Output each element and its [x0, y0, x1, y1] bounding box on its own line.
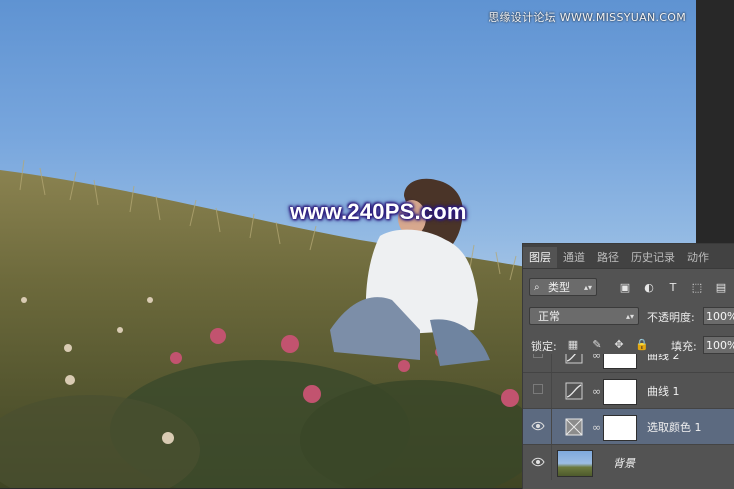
panel-tabs: 图层 通道 路径 历史记录 动作	[523, 244, 734, 269]
opacity-label: 不透明度:	[647, 311, 695, 324]
layer-filter-label: 类型	[548, 281, 570, 294]
tab-layers[interactable]: 图层	[523, 247, 557, 268]
eye-icon[interactable]	[531, 457, 545, 467]
lock-position-icon[interactable]: ✥	[613, 339, 625, 351]
fill-label: 填充:	[671, 340, 697, 353]
layer-divider	[551, 409, 552, 444]
layer-name[interactable]: 背景	[613, 455, 635, 471]
type-filter-icon[interactable]: T	[667, 282, 679, 294]
image-filter-icon[interactable]: ▣	[619, 282, 631, 294]
updown-arrow-icon: ▴▾	[583, 283, 592, 292]
tab-history[interactable]: 历史记录	[625, 247, 681, 268]
link-icon[interactable]: ∞	[592, 385, 601, 398]
visibility-toggle[interactable]	[533, 354, 543, 358]
fill-input[interactable]: 100%	[703, 336, 734, 354]
layer-divider	[551, 445, 552, 480]
curves-adjustment-icon	[565, 382, 583, 400]
layer-row[interactable]: 背景	[523, 444, 734, 480]
layer-mask-thumbnail[interactable]	[603, 354, 637, 369]
layers-panel: 图层 通道 路径 历史记录 动作 ⌕ 类型 ▴▾ ▣ ◐ T ⬚ ▤ 正常 ▴▾…	[522, 243, 734, 489]
selective-color-icon	[565, 418, 583, 436]
tab-paths[interactable]: 路径	[591, 247, 625, 268]
layer-divider	[551, 373, 552, 408]
layer-image-thumbnail[interactable]	[557, 450, 593, 477]
smartobject-filter-icon[interactable]: ▤	[715, 282, 727, 294]
layer-name[interactable]: 选取颜色 1	[647, 419, 702, 435]
lock-transparent-icon[interactable]: ▦	[567, 339, 579, 351]
opacity-input[interactable]: 100%	[703, 307, 734, 325]
layer-name[interactable]: 曲线 2	[647, 354, 680, 363]
layer-name[interactable]: 曲线 1	[647, 383, 680, 399]
layers-list: ∞ 曲线 2 ∞ 曲线 1 ∞ 选取颜色 1 背景	[523, 354, 734, 489]
layer-mask-thumbnail[interactable]	[603, 415, 637, 441]
lock-all-icon[interactable]: 🔒	[635, 339, 649, 351]
visibility-toggle[interactable]	[533, 384, 543, 394]
watermark-center: www.240PS.com	[290, 199, 467, 224]
link-icon[interactable]: ∞	[592, 354, 601, 362]
layer-mask-thumbnail[interactable]	[603, 379, 637, 405]
blend-mode-dropdown[interactable]: 正常 ▴▾	[529, 307, 639, 325]
layer-row[interactable]: ∞ 曲线 2	[523, 354, 734, 372]
layer-divider	[551, 354, 552, 372]
shape-filter-icon[interactable]: ⬚	[691, 282, 703, 294]
adjustment-filter-icon[interactable]: ◐	[643, 282, 655, 294]
link-icon[interactable]: ∞	[592, 421, 601, 434]
updown-arrow-icon: ▴▾	[625, 312, 634, 321]
eye-icon[interactable]	[531, 421, 545, 431]
watermark-top-right: 思缘设计论坛 WWW.MISSYUAN.COM	[488, 11, 686, 24]
layer-filter-dropdown[interactable]: ⌕ 类型 ▴▾	[529, 278, 597, 296]
layer-row[interactable]: ∞ 曲线 1	[523, 372, 734, 408]
tab-actions[interactable]: 动作	[681, 247, 715, 268]
blend-mode-value: 正常	[538, 310, 560, 323]
layer-row-selected[interactable]: ∞ 选取颜色 1	[523, 408, 734, 444]
lock-label: 锁定:	[531, 340, 557, 353]
curves-adjustment-icon	[565, 354, 583, 364]
search-icon: ⌕	[534, 282, 540, 293]
tab-channels[interactable]: 通道	[557, 247, 591, 268]
lock-image-icon[interactable]: ✎	[591, 339, 603, 351]
